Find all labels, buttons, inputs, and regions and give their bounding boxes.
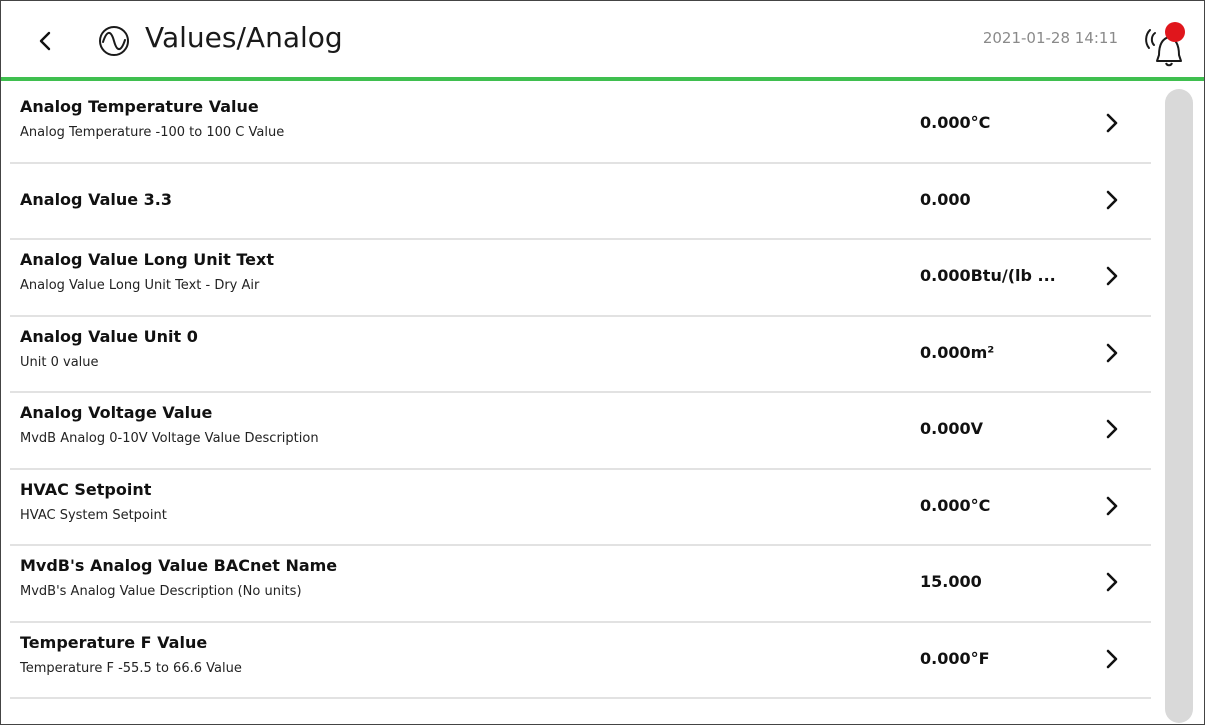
item-description: Unit 0 value xyxy=(20,354,99,370)
alarm-indicator-dot xyxy=(1165,22,1185,42)
app-window: Values/Analog 2021-01-28 14:11 Analog Te… xyxy=(0,0,1205,725)
chevron-right-icon xyxy=(1106,190,1118,209)
alarm-bell-icon[interactable] xyxy=(1139,19,1191,69)
item-description: Temperature F -55.5 to 66.6 Value xyxy=(20,660,242,676)
item-name: MvdB's Analog Value BACnet Name xyxy=(20,556,338,575)
item-name: Analog Value Long Unit Text xyxy=(20,250,274,269)
item-value: 0.000°F xyxy=(920,648,990,668)
item-value: 15.000 xyxy=(920,572,982,591)
item-name: Analog Value 3.3 xyxy=(20,189,173,209)
item-value: 0.000V xyxy=(920,419,983,438)
datetime-display: 2021-01-28 14:11 xyxy=(982,29,1118,47)
chevron-right-icon xyxy=(1106,343,1118,362)
analog-values-list: Analog Temperature Value Analog Temperat… xyxy=(10,87,1151,699)
item-value: 0.000 xyxy=(920,189,971,209)
item-name: Temperature F Value xyxy=(20,632,208,652)
item-name: Analog Value Unit 0 xyxy=(20,326,198,346)
item-description: HVAC System Setpoint xyxy=(20,507,167,523)
chevron-right-icon xyxy=(1106,649,1118,668)
list-item[interactable]: Analog Value Unit 0 Unit 0 value 0.000m² xyxy=(10,317,1151,393)
chevron-right-icon xyxy=(1106,419,1118,439)
item-description: Analog Value Long Unit Text - Dry Air xyxy=(20,278,260,293)
item-description: MvdB Analog 0-10V Voltage Value Descript… xyxy=(20,431,319,446)
item-value: 0.000m² xyxy=(920,342,995,362)
list-item[interactable]: Analog Voltage Value MvdB Analog 0-10V V… xyxy=(10,393,1151,470)
scrollbar-thumb[interactable] xyxy=(1165,89,1193,723)
list-item[interactable]: Analog Temperature Value Analog Temperat… xyxy=(10,87,1151,164)
item-value: 0.000°C xyxy=(920,113,991,132)
list-item[interactable]: Analog Value Long Unit Text Analog Value… xyxy=(10,240,1151,317)
item-name: Analog Voltage Value xyxy=(20,403,213,422)
chevron-left-icon xyxy=(39,31,51,51)
item-name: HVAC Setpoint xyxy=(20,479,152,499)
list-item[interactable]: Analog Value 3.3 0.000 xyxy=(10,164,1151,240)
item-description: Analog Temperature -100 to 100 C Value xyxy=(20,125,285,140)
list-item[interactable]: Temperature F Value Temperature F -55.5 … xyxy=(10,623,1151,699)
chevron-right-icon xyxy=(1106,266,1118,286)
chevron-right-icon xyxy=(1106,113,1118,133)
list-item[interactable]: HVAC Setpoint HVAC System Setpoint 0.000… xyxy=(10,470,1151,546)
chevron-right-icon xyxy=(1106,496,1118,515)
page-title: Values/Analog xyxy=(145,21,343,54)
item-name: Analog Temperature Value xyxy=(20,97,259,116)
item-description: MvdB's Analog Value Description (No unit… xyxy=(20,584,302,599)
sine-wave-icon xyxy=(99,26,129,56)
header-bar: Values/Analog 2021-01-28 14:11 xyxy=(1,1,1204,81)
item-value: 0.000Btu/(lb ... xyxy=(920,266,1056,285)
back-button[interactable] xyxy=(27,23,63,59)
chevron-right-icon xyxy=(1106,572,1118,592)
list-item[interactable]: MvdB's Analog Value BACnet Name MvdB's A… xyxy=(10,546,1151,623)
item-value: 0.000°C xyxy=(920,495,991,515)
